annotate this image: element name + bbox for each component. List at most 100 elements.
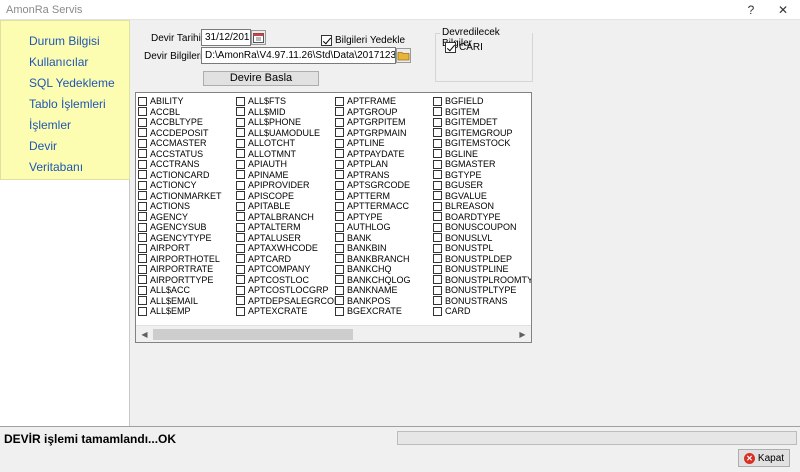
devir-tarihi-input[interactable]: 31/12/2017 xyxy=(201,29,251,46)
table-checkbox[interactable] xyxy=(236,212,245,222)
table-row[interactable]: APTAXWHCODE xyxy=(236,243,341,254)
table-row[interactable]: BGVALUE xyxy=(433,191,531,202)
table-row[interactable]: BGITEMDET xyxy=(433,117,531,128)
table-checkbox[interactable] xyxy=(138,254,147,264)
table-row[interactable]: APTGRPITEM xyxy=(335,117,411,128)
table-checkbox[interactable] xyxy=(433,180,442,190)
table-row[interactable]: APTCOSTLOC xyxy=(236,275,341,286)
table-row[interactable]: APINAME xyxy=(236,170,341,181)
sidebar-item-islemler[interactable]: İşlemler xyxy=(29,118,71,132)
sidebar-item-veritabani[interactable]: Veritabanı xyxy=(29,160,83,174)
table-checkbox[interactable] xyxy=(433,128,442,138)
table-checkbox[interactable] xyxy=(433,243,442,253)
table-checkbox[interactable] xyxy=(236,243,245,253)
table-checkbox[interactable] xyxy=(335,222,344,232)
table-row[interactable]: ACCBLTYPE xyxy=(138,117,222,128)
table-row[interactable]: ACTIONCY xyxy=(138,180,222,191)
table-row[interactable]: AIRPORTTYPE xyxy=(138,275,222,286)
table-checkbox[interactable] xyxy=(433,285,442,295)
table-checkbox[interactable] xyxy=(236,149,245,159)
table-checkbox[interactable] xyxy=(138,107,147,117)
sidebar-item-tablo-islemleri[interactable]: Tablo İşlemleri xyxy=(29,97,106,111)
table-row[interactable]: AGENCY xyxy=(138,212,222,223)
table-row[interactable]: APTGRPMAIN xyxy=(335,128,411,139)
table-row[interactable]: BANKPOS xyxy=(335,296,411,307)
bilgileri-yedekle-option[interactable]: Bilgileri Yedekle xyxy=(321,35,405,46)
scroll-thumb[interactable] xyxy=(153,329,353,340)
table-checkbox[interactable] xyxy=(335,296,344,306)
table-checkbox[interactable] xyxy=(138,243,147,253)
table-row[interactable]: ACTIONCARD xyxy=(138,170,222,181)
table-row[interactable]: BONUSTPLROOMTYPE xyxy=(433,275,531,286)
table-checkbox[interactable] xyxy=(335,149,344,159)
devire-basla-button[interactable]: Devire Basla xyxy=(203,71,319,86)
table-checkbox[interactable] xyxy=(433,149,442,159)
table-row[interactable]: ACCMASTER xyxy=(138,138,222,149)
table-checkbox[interactable] xyxy=(138,296,147,306)
table-checkbox[interactable] xyxy=(433,264,442,274)
table-checkbox[interactable] xyxy=(433,254,442,264)
table-checkbox[interactable] xyxy=(138,222,147,232)
table-row[interactable]: APTRANS xyxy=(335,170,411,181)
table-checkbox[interactable] xyxy=(335,201,344,211)
table-checkbox[interactable] xyxy=(236,233,245,243)
table-checkbox[interactable] xyxy=(236,128,245,138)
table-row[interactable]: AIRPORT xyxy=(138,243,222,254)
table-row[interactable]: BOARDTYPE xyxy=(433,212,531,223)
table-row[interactable]: BANKBIN xyxy=(335,243,411,254)
table-checkbox[interactable] xyxy=(236,170,245,180)
table-row[interactable]: APTCOSTLOCGRP xyxy=(236,285,341,296)
table-row[interactable]: ALL$UAMODULE xyxy=(236,128,341,139)
table-row[interactable]: BLREASON xyxy=(433,201,531,212)
table-row[interactable]: APITABLE xyxy=(236,201,341,212)
table-checkbox[interactable] xyxy=(138,264,147,274)
table-row[interactable]: APTALUSER xyxy=(236,233,341,244)
table-checkbox[interactable] xyxy=(138,212,147,222)
folder-browse-button[interactable] xyxy=(396,48,411,63)
table-checkbox[interactable] xyxy=(335,107,344,117)
table-row[interactable]: BGEXCRATE xyxy=(335,306,411,317)
table-row[interactable]: APIAUTH xyxy=(236,159,341,170)
table-row[interactable]: APTGROUP xyxy=(335,107,411,118)
table-checkbox[interactable] xyxy=(433,212,442,222)
table-row[interactable]: ALL$ACC xyxy=(138,285,222,296)
table-checkbox[interactable] xyxy=(138,96,147,106)
table-row[interactable]: BGFIELD xyxy=(433,96,531,107)
table-checkbox[interactable] xyxy=(138,128,147,138)
table-checkbox[interactable] xyxy=(433,275,442,285)
table-row[interactable]: BANKBRANCH xyxy=(335,254,411,265)
devir-bilgileri-input[interactable]: D:\AmonRa\V4.97.11.26\Std\Data\20171231 xyxy=(201,47,396,64)
table-checkbox[interactable] xyxy=(236,117,245,127)
table-checkbox[interactable] xyxy=(335,275,344,285)
table-checkbox[interactable] xyxy=(236,180,245,190)
table-checkbox[interactable] xyxy=(335,306,344,316)
table-row[interactable]: BONUSTPLTYPE xyxy=(433,285,531,296)
scroll-right-icon[interactable]: ▶ xyxy=(514,326,531,342)
table-row[interactable]: APTLINE xyxy=(335,138,411,149)
table-checkbox[interactable] xyxy=(236,159,245,169)
table-checkbox[interactable] xyxy=(335,159,344,169)
table-row[interactable]: APTFRAME xyxy=(335,96,411,107)
table-row[interactable]: ALL$FTS xyxy=(236,96,341,107)
table-row[interactable]: AIRPORTRATE xyxy=(138,264,222,275)
table-row[interactable]: ACCBL xyxy=(138,107,222,118)
table-checkbox[interactable] xyxy=(433,191,442,201)
table-checkbox[interactable] xyxy=(335,243,344,253)
table-checkbox[interactable] xyxy=(335,117,344,127)
table-row[interactable]: APTEXCRATE xyxy=(236,306,341,317)
table-row[interactable]: AGENCYSUB xyxy=(138,222,222,233)
table-row[interactable]: ACTIONMARKET xyxy=(138,191,222,202)
table-row[interactable]: BGUSER xyxy=(433,180,531,191)
table-row[interactable]: BONUSTPLINE xyxy=(433,264,531,275)
table-row[interactable]: ALL$EMAIL xyxy=(138,296,222,307)
table-checkbox[interactable] xyxy=(236,296,245,306)
table-row[interactable]: ACCSTATUS xyxy=(138,149,222,160)
table-row[interactable]: BONUSTRANS xyxy=(433,296,531,307)
table-checkbox[interactable] xyxy=(138,306,147,316)
table-checkbox[interactable] xyxy=(138,138,147,148)
calendar-button[interactable] xyxy=(251,30,266,45)
table-checkbox[interactable] xyxy=(335,254,344,264)
table-row[interactable]: AGENCYTYPE xyxy=(138,233,222,244)
table-checkbox[interactable] xyxy=(433,306,442,316)
table-row[interactable]: AIRPORTHOTEL xyxy=(138,254,222,265)
